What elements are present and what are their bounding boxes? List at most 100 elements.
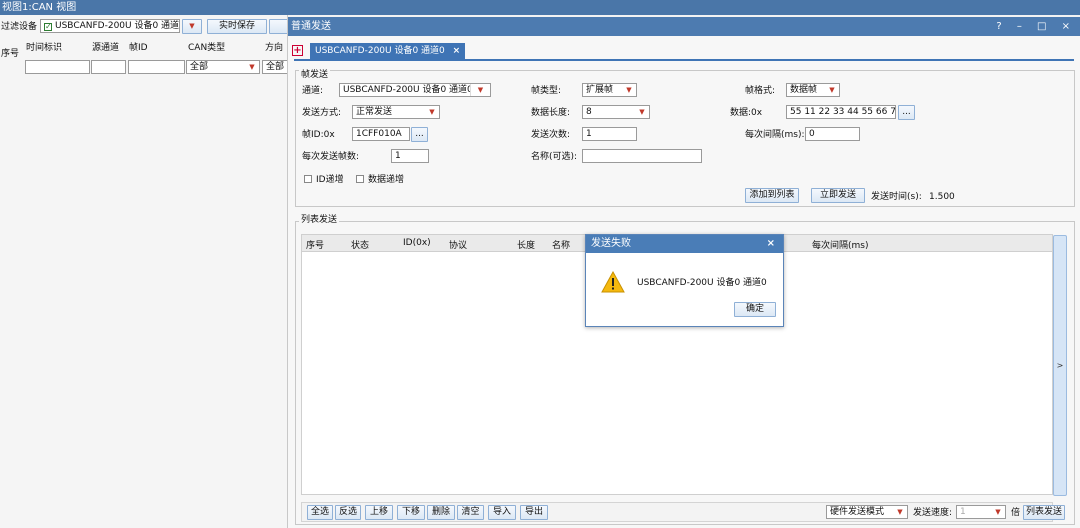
import-button[interactable]: 导入 xyxy=(488,505,516,520)
tab-underline xyxy=(294,59,1074,61)
send-time-label: 发送时间(s): xyxy=(871,192,922,202)
send-panel-title-bar: 普通发送 ? – □ × xyxy=(288,17,1080,36)
filter-device-dropdown-button[interactable]: ▼ xyxy=(182,19,202,34)
panel-window-controls[interactable]: ? – □ × xyxy=(996,17,1076,36)
checkbox-icon[interactable] xyxy=(356,175,364,183)
chevron-down-icon[interactable]: ▼ xyxy=(635,106,649,118)
timestamp-filter-input[interactable] xyxy=(25,60,90,74)
data-increment-label: 数据递增 xyxy=(368,175,405,185)
col-src-channel: 源通道 xyxy=(92,43,120,53)
chevron-down-icon[interactable]: ▼ xyxy=(622,84,636,96)
filter-device-label: 过滤设备 xyxy=(1,22,38,32)
direction-filter-select[interactable]: 全部 xyxy=(262,60,287,74)
th-index: 序号 xyxy=(306,241,325,251)
times-label: 倍 xyxy=(1011,508,1021,518)
frame-id-filter-input[interactable] xyxy=(128,60,185,74)
th-length: 长度 xyxy=(517,241,536,251)
checkbox-icon[interactable] xyxy=(304,175,312,183)
channel-label: 通道: xyxy=(302,86,324,96)
list-send-group-title: 列表发送 xyxy=(299,215,340,226)
toolbar-overflow-button[interactable] xyxy=(269,19,287,34)
chevron-down-icon[interactable]: ▼ xyxy=(893,506,907,518)
frames-each-input[interactable]: 1 xyxy=(391,149,429,163)
src-channel-filter-input[interactable] xyxy=(91,60,126,74)
frame-id-input[interactable]: 1CFF010A xyxy=(352,127,410,141)
name-input[interactable] xyxy=(582,149,702,163)
can-view-pane: 过滤设备 ✓ USBCANFD-200U 设备0 通道0 ▼ 实时保存 序号 时间… xyxy=(0,15,288,528)
data-edit-button[interactable]: ... xyxy=(898,105,915,120)
send-mode-select[interactable]: 正常发送 ▼ xyxy=(352,105,440,119)
hw-send-mode-value: 硬件发送模式 xyxy=(830,507,885,517)
frame-format-select[interactable]: 数据帧 ▼ xyxy=(786,83,840,97)
send-mode-label: 发送方式: xyxy=(302,108,342,118)
frame-send-group-title: 帧发送 xyxy=(299,70,331,81)
send-failed-dialog: 发送失败 × USBCANFD-200U 设备0 通道0 确定 xyxy=(585,234,784,327)
id-increment-label: ID递增 xyxy=(316,175,344,185)
close-icon[interactable]: × xyxy=(453,46,461,56)
filter-device-value: USBCANFD-200U 设备0 通道0 xyxy=(55,21,180,31)
can-type-filter-value: 全部 xyxy=(190,62,209,72)
hw-send-mode-select[interactable]: 硬件发送模式 ▼ xyxy=(826,505,908,519)
name-label: 名称(可选): xyxy=(531,152,578,162)
col-index: 序号 xyxy=(1,49,20,59)
frame-type-label: 帧类型: xyxy=(531,86,562,96)
list-send-button[interactable]: 列表发送 xyxy=(1023,505,1065,520)
filter-device-select[interactable]: ✓ USBCANFD-200U 设备0 通道0 xyxy=(40,19,180,33)
col-direction: 方向 xyxy=(265,43,284,53)
th-protocol: 协议 xyxy=(449,241,468,251)
select-all-button[interactable]: 全选 xyxy=(307,505,333,520)
data-length-select[interactable]: 8 ▼ xyxy=(582,105,650,119)
th-interval: 每次间隔(ms) xyxy=(812,241,869,251)
id-increment-checkbox[interactable]: ID递增 xyxy=(304,174,344,186)
send-count-label: 发送次数: xyxy=(531,130,571,140)
send-now-button[interactable]: 立即发送 xyxy=(811,188,865,203)
send-count-input[interactable]: 1 xyxy=(582,127,637,141)
send-mode-value: 正常发送 xyxy=(356,107,393,117)
device-tab[interactable]: USBCANFD-200U 设备0 通道0 × xyxy=(310,43,466,59)
chevron-down-icon[interactable]: ▼ xyxy=(245,61,259,73)
add-tab-icon[interactable]: + xyxy=(292,45,303,56)
data-increment-checkbox[interactable]: 数据递增 xyxy=(356,174,404,186)
interval-label: 每次间隔(ms): xyxy=(745,130,805,140)
device-tab-label: USBCANFD-200U 设备0 通道0 xyxy=(315,46,445,56)
chevron-down-icon[interactable]: ▼ xyxy=(991,506,1005,518)
col-timestamp: 时间标识 xyxy=(26,43,63,53)
add-to-list-button[interactable]: 添加到列表 xyxy=(745,188,799,203)
frame-id-edit-button[interactable]: ... xyxy=(411,127,428,142)
chevron-down-icon[interactable]: ▼ xyxy=(470,84,490,96)
ok-button[interactable]: 确定 xyxy=(734,302,776,317)
frame-type-value: 扩展帧 xyxy=(586,85,614,95)
close-icon[interactable]: × xyxy=(767,235,775,253)
move-up-button[interactable]: 上移 xyxy=(365,505,393,520)
frame-type-select[interactable]: 扩展帧 ▼ xyxy=(582,83,637,97)
export-button[interactable]: 导出 xyxy=(520,505,548,520)
speed-select[interactable]: 1 ▼ xyxy=(956,505,1006,519)
realtime-save-button[interactable]: 实时保存 xyxy=(207,19,267,34)
col-frame-id: 帧ID xyxy=(129,43,148,53)
chevron-down-icon[interactable]: ▼ xyxy=(425,106,439,118)
col-can-type: CAN类型 xyxy=(188,43,226,53)
checkbox-checked-icon[interactable]: ✓ xyxy=(44,23,52,31)
data-length-value: 8 xyxy=(586,107,592,117)
interval-input[interactable]: 0 xyxy=(805,127,860,141)
chevron-down-icon[interactable]: ▼ xyxy=(825,84,839,96)
data-length-label: 数据长度: xyxy=(531,108,571,118)
data-input[interactable]: 55 11 22 33 44 55 66 77 xyxy=(786,105,896,119)
channel-value: USBCANFD-200U 设备0 通道0 xyxy=(343,85,473,95)
frame-id-label: 帧ID:0x xyxy=(302,130,335,140)
frame-format-value: 数据帧 xyxy=(790,85,818,95)
side-expand-button[interactable]: > xyxy=(1053,235,1067,496)
th-name: 名称 xyxy=(552,241,571,251)
window-title-bar: 视图1:CAN 视图 xyxy=(0,0,1080,15)
invert-select-button[interactable]: 反选 xyxy=(335,505,361,520)
clear-button[interactable]: 清空 xyxy=(457,505,484,520)
dialog-title: 发送失败 xyxy=(591,238,631,249)
delete-button[interactable]: 删除 xyxy=(427,505,455,520)
frame-format-label: 帧格式: xyxy=(745,86,776,96)
move-down-button[interactable]: 下移 xyxy=(397,505,425,520)
channel-select[interactable]: USBCANFD-200U 设备0 通道0 ▼ xyxy=(339,83,491,97)
can-type-filter-select[interactable]: 全部 ▼ xyxy=(186,60,260,74)
direction-filter-value: 全部 xyxy=(266,62,285,72)
th-status: 状态 xyxy=(351,241,370,251)
data-label: 数据:0x xyxy=(730,108,763,118)
